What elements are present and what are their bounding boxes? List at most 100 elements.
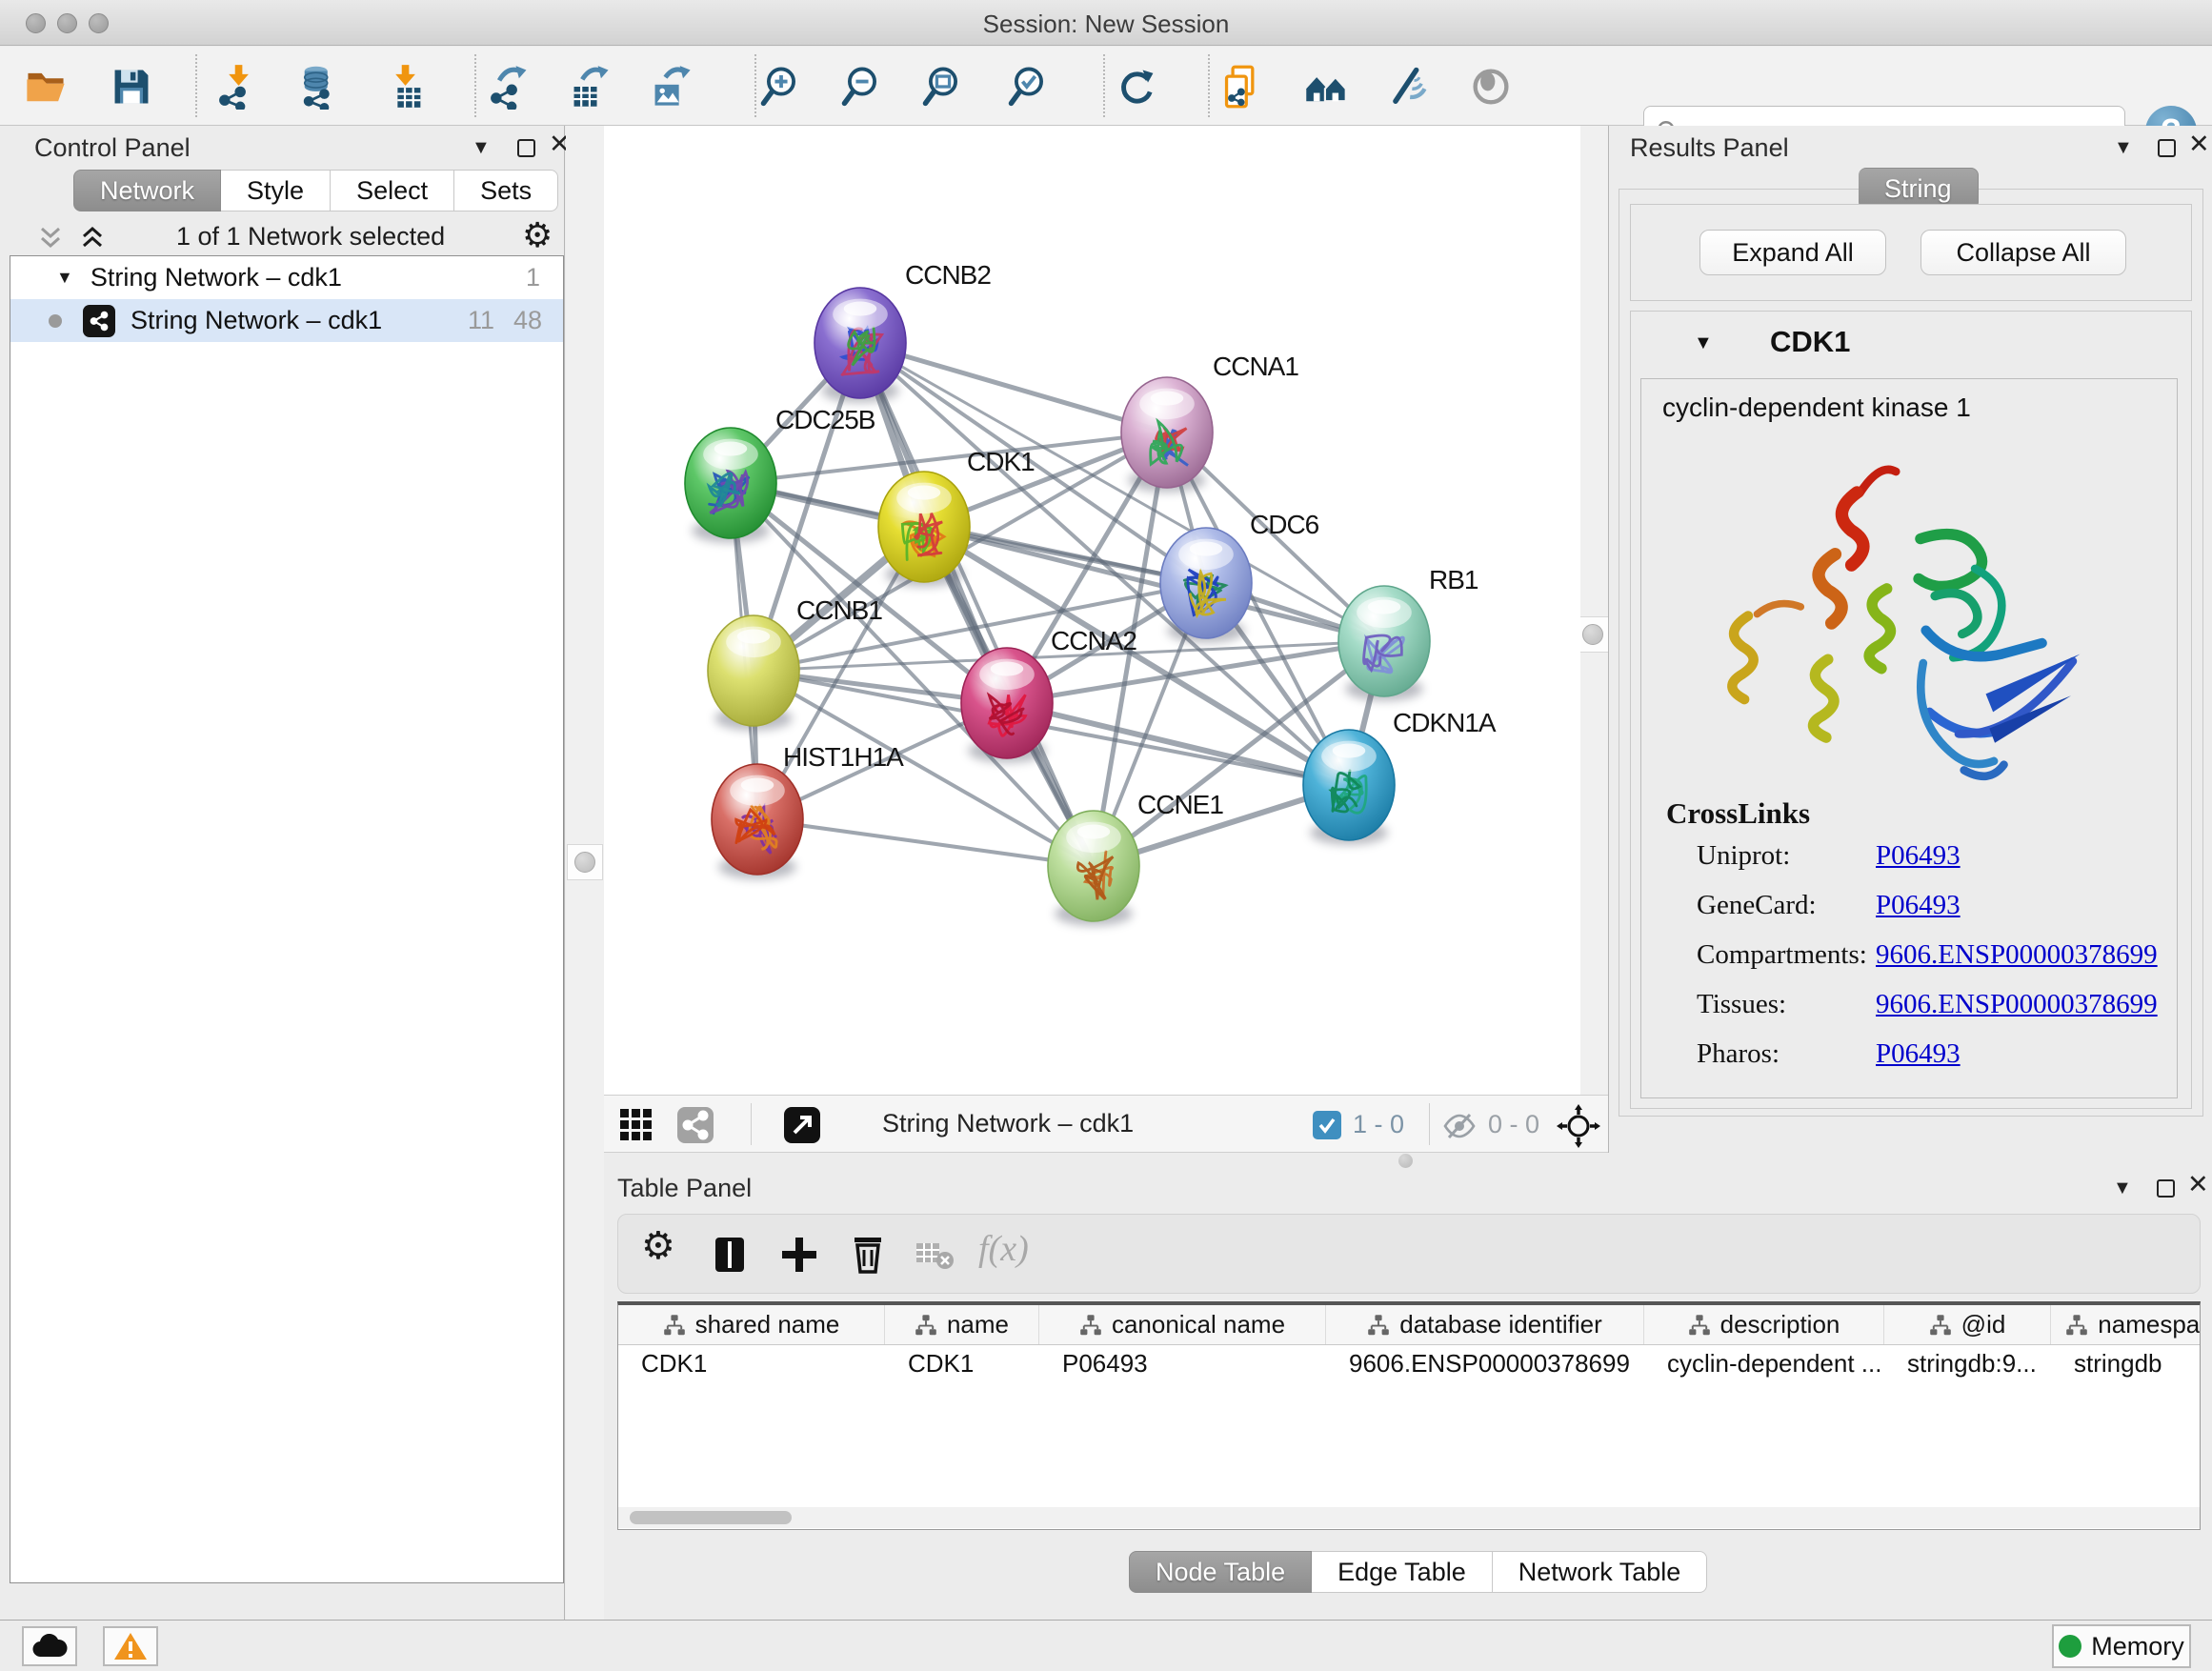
- expand-all-chevron-icon[interactable]: [78, 225, 107, 252]
- crosslink-compartments--link[interactable]: 9606.ENSP00000378699: [1876, 939, 2158, 971]
- horizontal-splitter-handle[interactable]: [1398, 1154, 1413, 1168]
- right-splitter-handle[interactable]: [1576, 616, 1610, 653]
- memory-button[interactable]: Memory: [2052, 1624, 2191, 1668]
- cloud-status-button[interactable]: [22, 1626, 77, 1666]
- show-columns-icon[interactable]: [710, 1234, 752, 1276]
- node-label: HIST1H1A: [783, 742, 904, 772]
- tab-sets[interactable]: Sets: [454, 170, 558, 211]
- panel-menu-icon[interactable]: ▼: [2114, 137, 2133, 159]
- crosslink-uniprot--link[interactable]: P06493: [1876, 840, 1961, 872]
- panel-float-icon[interactable]: [2157, 1179, 2175, 1198]
- column-header-database-identifier[interactable]: database identifier: [1326, 1305, 1644, 1344]
- string-network-graph[interactable]: CCNB2CCNA1CDC25BCDK1CDC6RB1CCNB1CCNA2CDK…: [604, 126, 1580, 1095]
- tab-node-table[interactable]: Node Table: [1129, 1551, 1312, 1593]
- clone-network-button[interactable]: [1220, 64, 1266, 110]
- collection-expand-icon[interactable]: ▼: [56, 268, 73, 288]
- show-graphics-details-button[interactable]: [1385, 64, 1431, 110]
- tree-network-row[interactable]: String Network – cdk1 11 48: [10, 299, 563, 342]
- zoom-fit-button[interactable]: [920, 64, 966, 110]
- string-home-button[interactable]: [1303, 64, 1349, 110]
- column-header-description[interactable]: description: [1644, 1305, 1884, 1344]
- hidden-eye-icon[interactable]: [1442, 1110, 1477, 1142]
- crosslink-row: Uniprot:P06493: [1697, 840, 1790, 872]
- column-header-shared-name[interactable]: shared name: [618, 1305, 885, 1344]
- zoom-out-button[interactable]: [839, 64, 885, 110]
- panel-close-icon[interactable]: ✕: [2187, 1170, 2209, 1199]
- zoom-in-button[interactable]: [758, 64, 804, 110]
- panel-close-icon[interactable]: ✕: [2188, 130, 2210, 159]
- export-network-button[interactable]: [487, 64, 533, 110]
- tab-select[interactable]: Select: [331, 170, 454, 211]
- network-edge-count: 48: [513, 306, 542, 335]
- delete-column-icon[interactable]: [847, 1234, 889, 1276]
- copy-network-icon: [1220, 64, 1266, 110]
- export-table-icon: [568, 64, 613, 110]
- column-header-@id[interactable]: @id: [1884, 1305, 2051, 1344]
- horizontal-splitter[interactable]: [604, 1153, 2212, 1168]
- right-splitter[interactable]: [1580, 126, 1608, 1095]
- left-splitter-handle[interactable]: [567, 844, 603, 880]
- tab-edge-table[interactable]: Edge Table: [1312, 1551, 1493, 1593]
- panel-menu-icon[interactable]: ▼: [2113, 1178, 2132, 1199]
- table-settings-gear-icon[interactable]: ⚙: [641, 1224, 675, 1268]
- column-header-namespace[interactable]: namespace: [2051, 1305, 2201, 1344]
- function-builder-icon[interactable]: f(x): [978, 1228, 1029, 1270]
- table-panel: Table Panel ▼ ✕ ⚙ f(x) shared namenameca…: [604, 1168, 2212, 1620]
- node-rb1[interactable]: RB1: [1338, 565, 1478, 701]
- panel-menu-icon[interactable]: ▼: [472, 137, 491, 159]
- gene-collapse-icon[interactable]: ▼: [1694, 332, 1713, 354]
- network-view-icon[interactable]: [676, 1106, 714, 1144]
- node-ccna1[interactable]: CCNA1: [1121, 352, 1298, 493]
- export-table-button[interactable]: [568, 64, 613, 110]
- table-horizontal-scrollbar[interactable]: [617, 1507, 2201, 1528]
- tab-network-table[interactable]: Network Table: [1493, 1551, 1708, 1593]
- birds-eye-view-icon[interactable]: [783, 1106, 821, 1144]
- tab-network[interactable]: Network: [73, 170, 221, 211]
- edge-ccnb2-ccne1: [860, 343, 1094, 866]
- crosslink-genecard--link[interactable]: P06493: [1876, 890, 1961, 921]
- warnings-button[interactable]: [103, 1626, 158, 1666]
- selected-nodes-checkbox[interactable]: [1313, 1111, 1341, 1139]
- delete-table-icon[interactable]: [915, 1239, 954, 1272]
- node-cdc6[interactable]: CDC6: [1160, 510, 1319, 643]
- save-session-button[interactable]: [109, 64, 154, 110]
- crosslink-row: Pharos:P06493: [1697, 1038, 1780, 1070]
- node-ccne1[interactable]: CCNE1: [1048, 790, 1223, 926]
- node-cdkn1a[interactable]: CDKN1A: [1303, 708, 1497, 845]
- tab-style[interactable]: Style: [221, 170, 331, 211]
- network-options-gear-icon[interactable]: ⚙: [522, 215, 553, 255]
- refresh-view-button[interactable]: [1114, 64, 1159, 110]
- collapse-all-chevron-icon[interactable]: [36, 225, 65, 252]
- panel-float-icon[interactable]: [2158, 139, 2176, 157]
- zoom-selected-button[interactable]: [1006, 64, 1052, 110]
- table-header-row: shared namenamecanonical namedatabase id…: [618, 1305, 2200, 1345]
- export-image-button[interactable]: [649, 64, 694, 110]
- import-table-button[interactable]: [382, 64, 428, 110]
- import-network-database-button[interactable]: [296, 64, 342, 110]
- collapse-all-button[interactable]: Collapse All: [1920, 230, 2126, 275]
- node-hist1h1a[interactable]: HIST1H1A: [712, 742, 904, 879]
- grid-view-icon[interactable]: [619, 1108, 654, 1142]
- expand-all-button[interactable]: Expand All: [1699, 230, 1886, 275]
- pan-crosshair-icon[interactable]: [1557, 1104, 1600, 1148]
- add-column-icon[interactable]: [778, 1234, 820, 1276]
- column-header-canonical-name[interactable]: canonical name: [1039, 1305, 1326, 1344]
- toolbar-separator: [474, 54, 476, 117]
- node-gloss-small: [741, 778, 774, 793]
- panel-float-icon[interactable]: [517, 139, 535, 157]
- table-row[interactable]: CDK1CDK1P064939606.ENSP00000378699cyclin…: [618, 1345, 2200, 1381]
- column-label: namespace: [2098, 1310, 2201, 1339]
- network-canvas[interactable]: CCNB2CCNA1CDC25BCDK1CDC6RB1CCNB1CCNA2CDK…: [604, 126, 1580, 1095]
- graphics-details-icon: [1385, 64, 1431, 110]
- column-header-name[interactable]: name: [885, 1305, 1039, 1344]
- inactive-indicator-button[interactable]: [1468, 64, 1514, 110]
- node-ccnb1[interactable]: CCNB1: [708, 595, 882, 731]
- open-session-button[interactable]: [23, 64, 69, 110]
- crosslink-pharos--link[interactable]: P06493: [1876, 1038, 1961, 1070]
- toolbar-separator: [751, 1103, 752, 1145]
- import-network-file-button[interactable]: [215, 64, 261, 110]
- scrollbar-thumb[interactable]: [630, 1511, 792, 1524]
- crosslink-tissues--link[interactable]: 9606.ENSP00000378699: [1876, 989, 2158, 1020]
- tree-collection-row[interactable]: ▼ String Network – cdk1 1: [10, 256, 563, 299]
- left-splitter[interactable]: [566, 126, 604, 1620]
